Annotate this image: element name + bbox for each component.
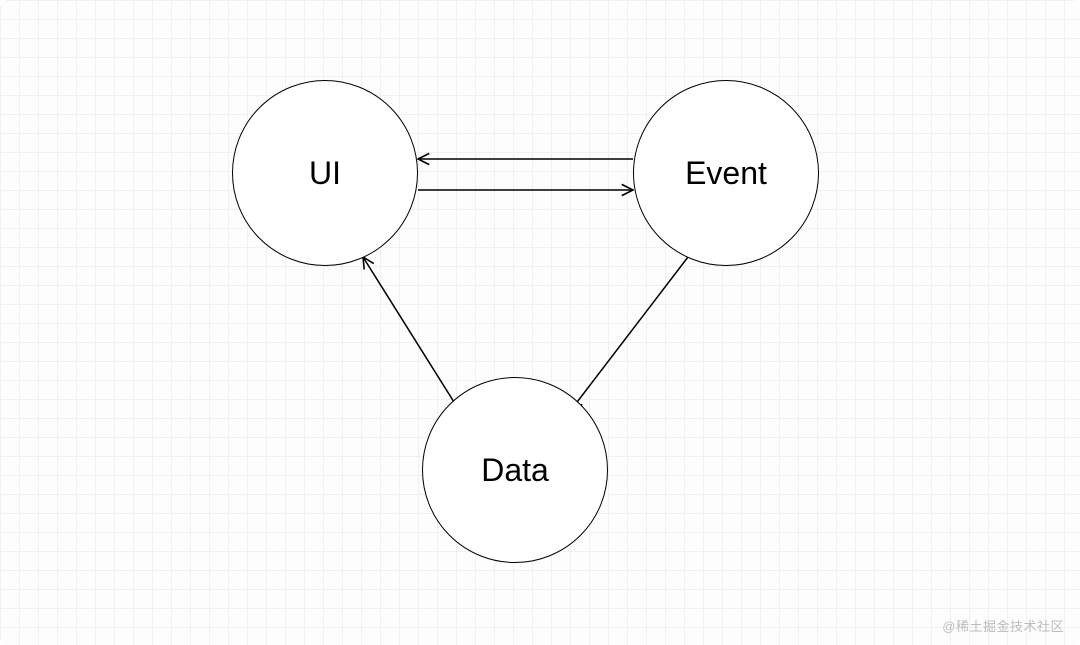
node-event-label: Event <box>685 155 767 192</box>
node-event: Event <box>633 80 819 266</box>
edge-event-to-data <box>571 257 688 410</box>
node-data: Data <box>422 377 608 563</box>
watermark-text: @稀土掘金技术社区 <box>942 616 1064 635</box>
edge-data-to-ui <box>363 257 459 410</box>
node-data-label: Data <box>481 452 549 489</box>
node-ui: UI <box>232 80 418 266</box>
diagram-canvas: UI Event Data @稀土掘金技术社区 <box>0 0 1080 645</box>
node-ui-label: UI <box>309 155 341 192</box>
